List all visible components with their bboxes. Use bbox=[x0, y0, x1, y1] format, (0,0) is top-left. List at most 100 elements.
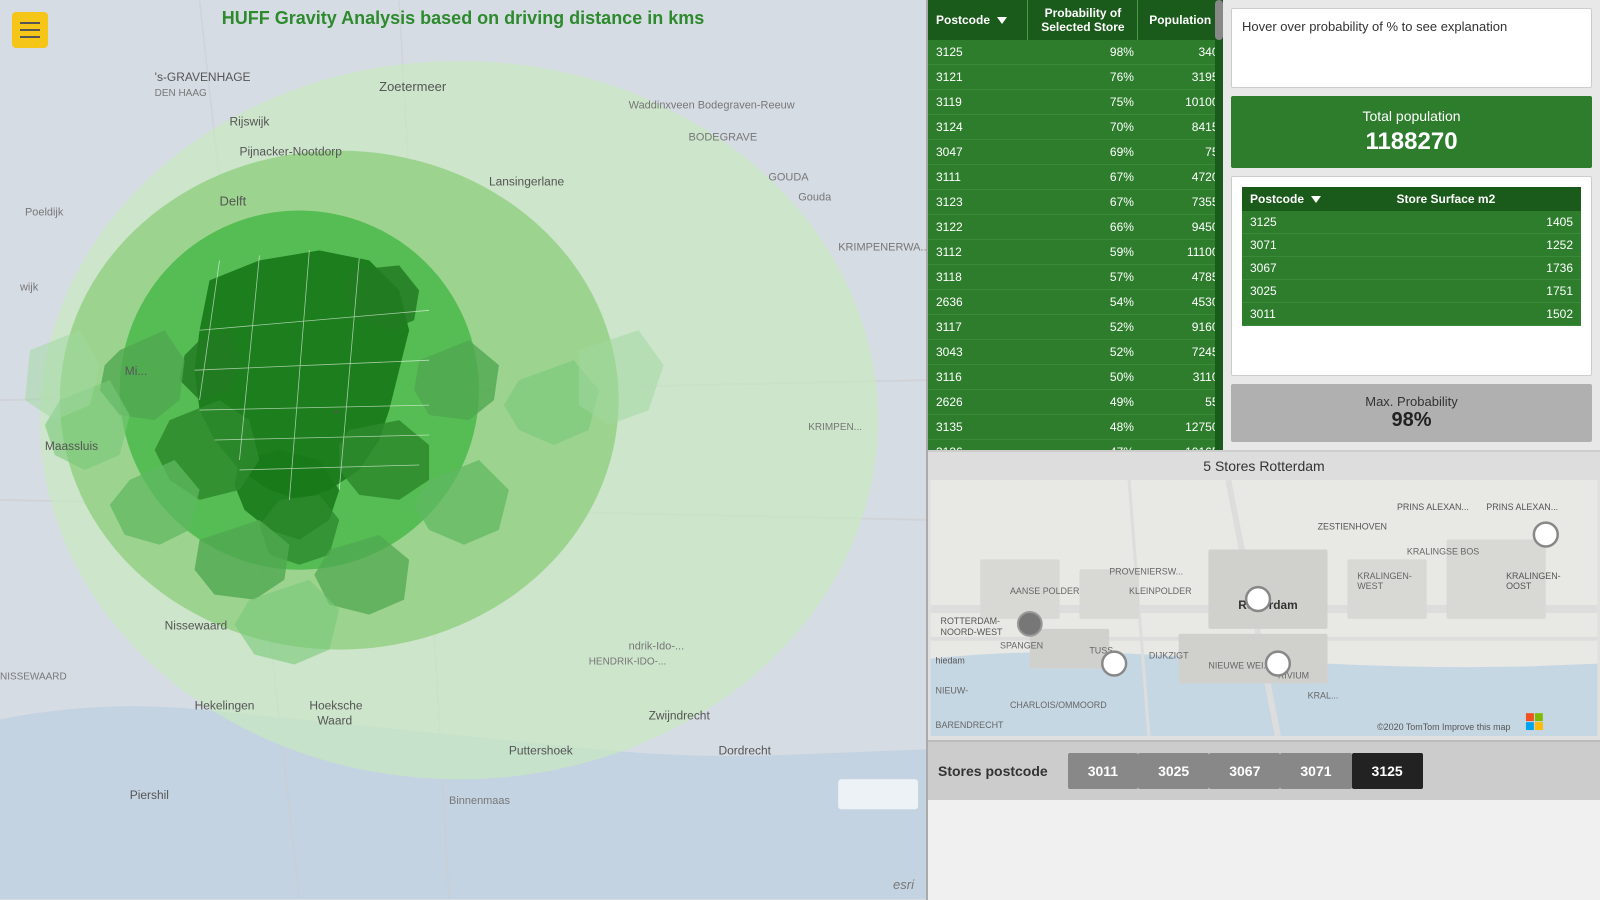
top-right-section: Postcode Probability ofSelected Store Po… bbox=[928, 0, 1600, 450]
main-map: HUFF Gravity Analysis based on driving d… bbox=[0, 0, 928, 900]
data-table-container[interactable]: Postcode Probability ofSelected Store Po… bbox=[928, 0, 1223, 450]
svg-text:CHARLOIS/OMMOORD: CHARLOIS/OMMOORD bbox=[1010, 700, 1107, 710]
row-postcode: 3043 bbox=[928, 340, 1028, 365]
svg-text:Rijswijk: Rijswijk bbox=[230, 115, 270, 129]
row-population: 7245 bbox=[1138, 340, 1223, 365]
row-population: 4720 bbox=[1138, 165, 1223, 190]
svg-text:Dordrecht: Dordrecht bbox=[718, 743, 771, 757]
table-row[interactable]: 2636 54% 4530 bbox=[928, 290, 1223, 315]
row-probability: 66% bbox=[1028, 215, 1138, 240]
row-population: 10100 bbox=[1138, 90, 1223, 115]
surface-table-body: 3125 1405 3071 1252 3067 1736 3025 1751 … bbox=[1242, 211, 1581, 326]
row-postcode: 3122 bbox=[928, 215, 1028, 240]
hover-info-box: Hover over probability of % to see expla… bbox=[1231, 8, 1592, 88]
table-row[interactable]: 3125 98% 340 bbox=[928, 40, 1223, 65]
store-button-3011[interactable]: 3011 bbox=[1068, 753, 1138, 789]
surface-table-row[interactable]: 3025 1751 bbox=[1242, 280, 1581, 303]
table-row[interactable]: 3111 67% 4720 bbox=[928, 165, 1223, 190]
ps-row-postcode: 3025 bbox=[1242, 280, 1389, 303]
table-row[interactable]: 3122 66% 9450 bbox=[928, 215, 1223, 240]
svg-text:Puttershoek: Puttershoek bbox=[509, 743, 573, 757]
store-marker-3[interactable] bbox=[1102, 652, 1126, 676]
probability-table: Postcode Probability ofSelected Store Po… bbox=[928, 0, 1223, 450]
map-title: HUFF Gravity Analysis based on driving d… bbox=[222, 8, 704, 29]
svg-text:NOORD-WEST: NOORD-WEST bbox=[941, 627, 1004, 637]
hover-info-text: Hover over probability of % to see expla… bbox=[1242, 19, 1507, 34]
mini-map-title: 5 Stores Rotterdam bbox=[928, 452, 1600, 480]
svg-text:Nissewaard: Nissewaard bbox=[165, 619, 228, 633]
table-row[interactable]: 3118 57% 4785 bbox=[928, 265, 1223, 290]
store-button-3025[interactable]: 3025 bbox=[1138, 753, 1209, 789]
row-postcode: 3135 bbox=[928, 415, 1028, 440]
ps-row-surface: 1736 bbox=[1389, 257, 1581, 280]
ps-row-surface: 1502 bbox=[1389, 303, 1581, 326]
store-button-3071[interactable]: 3071 bbox=[1280, 753, 1351, 789]
table-row[interactable]: 3043 52% 7245 bbox=[928, 340, 1223, 365]
table-row[interactable]: 3136 47% 10165 bbox=[928, 440, 1223, 451]
sort-arrow bbox=[997, 17, 1007, 24]
table-row[interactable]: 3047 69% 75 bbox=[928, 140, 1223, 165]
table-row[interactable]: 3124 70% 8415 bbox=[928, 115, 1223, 140]
row-population: 12750 bbox=[1138, 415, 1223, 440]
row-probability: 49% bbox=[1028, 390, 1138, 415]
row-probability: 76% bbox=[1028, 65, 1138, 90]
row-probability: 59% bbox=[1028, 240, 1138, 265]
surface-table-row[interactable]: 3071 1252 bbox=[1242, 234, 1581, 257]
svg-text:Waard: Waard bbox=[317, 713, 352, 727]
postcode-header: Postcode bbox=[928, 0, 1028, 40]
store-marker-1[interactable] bbox=[1018, 612, 1042, 636]
table-row[interactable]: 3112 59% 11100 bbox=[928, 240, 1223, 265]
store-button-3067[interactable]: 3067 bbox=[1209, 753, 1280, 789]
total-population-box: Total population 1188270 bbox=[1231, 96, 1592, 168]
ps-row-surface: 1252 bbox=[1389, 234, 1581, 257]
store-button-3125[interactable]: 3125 bbox=[1352, 753, 1423, 789]
table-row[interactable]: 3116 50% 3110 bbox=[928, 365, 1223, 390]
svg-text:Mi...: Mi... bbox=[125, 364, 148, 378]
row-postcode: 3112 bbox=[928, 240, 1028, 265]
svg-text:KRALINGSE BOS: KRALINGSE BOS bbox=[1407, 546, 1479, 556]
surface-table-row[interactable]: 3067 1736 bbox=[1242, 257, 1581, 280]
ps-row-postcode: 3125 bbox=[1242, 211, 1389, 234]
scrollbar-track[interactable] bbox=[1215, 0, 1223, 450]
ps-row-surface: 1751 bbox=[1389, 280, 1581, 303]
svg-text:DEN HAAG: DEN HAAG bbox=[155, 88, 207, 99]
row-probability: 52% bbox=[1028, 315, 1138, 340]
svg-text:Binnenmaas: Binnenmaas bbox=[449, 795, 510, 807]
svg-text:Gouda: Gouda bbox=[798, 192, 832, 204]
store-marker-4[interactable] bbox=[1266, 652, 1290, 676]
table-body: 3125 98% 340 3121 76% 3195 3119 75% 1010… bbox=[928, 40, 1223, 450]
svg-text:Maassluis: Maassluis bbox=[45, 439, 98, 453]
table-row[interactable]: 3119 75% 10100 bbox=[928, 90, 1223, 115]
svg-text:SPANGEN: SPANGEN bbox=[1000, 641, 1043, 651]
svg-text:BARENDRECHT: BARENDRECHT bbox=[936, 720, 1004, 730]
svg-text:Pijnacker-Nootdorp: Pijnacker-Nootdorp bbox=[239, 145, 342, 159]
row-population: 340 bbox=[1138, 40, 1223, 65]
svg-text:Waddinxveen Bodegraven-Reeuw: Waddinxveen Bodegraven-Reeuw bbox=[629, 100, 795, 112]
row-postcode: 3124 bbox=[928, 115, 1028, 140]
store-marker-5[interactable] bbox=[1534, 523, 1558, 547]
menu-button[interactable] bbox=[12, 12, 48, 48]
table-row[interactable]: 2626 49% 55 bbox=[928, 390, 1223, 415]
store-buttons: 30113025306730713125 bbox=[1068, 753, 1423, 789]
surface-table-row[interactable]: 3011 1502 bbox=[1242, 303, 1581, 326]
surface-table-row[interactable]: 3125 1405 bbox=[1242, 211, 1581, 234]
store-marker-2[interactable] bbox=[1246, 587, 1270, 611]
row-population: 10165 bbox=[1138, 440, 1223, 451]
row-population: 3195 bbox=[1138, 65, 1223, 90]
svg-text:KLEINPOLDER: KLEINPOLDER bbox=[1129, 586, 1192, 596]
table-row[interactable]: 3121 76% 3195 bbox=[928, 65, 1223, 90]
svg-text:BODEGRAVE: BODEGRAVE bbox=[689, 132, 758, 144]
ps-postcode-header: Postcode bbox=[1242, 187, 1389, 211]
scrollbar-thumb[interactable] bbox=[1215, 0, 1223, 40]
svg-text:NISSEWAARD: NISSEWAARD bbox=[0, 672, 67, 683]
svg-text:Zoetermeer: Zoetermeer bbox=[379, 79, 447, 94]
row-postcode: 2626 bbox=[928, 390, 1028, 415]
max-probability-box: Max. Probability 98% bbox=[1231, 384, 1592, 442]
table-row[interactable]: 3123 67% 7355 bbox=[928, 190, 1223, 215]
row-population: 4530 bbox=[1138, 290, 1223, 315]
row-population: 9450 bbox=[1138, 215, 1223, 240]
svg-text:OOST: OOST bbox=[1506, 581, 1532, 591]
ps-sort-arrow bbox=[1311, 196, 1321, 203]
table-row[interactable]: 3117 52% 9160 bbox=[928, 315, 1223, 340]
table-row[interactable]: 3135 48% 12750 bbox=[928, 415, 1223, 440]
